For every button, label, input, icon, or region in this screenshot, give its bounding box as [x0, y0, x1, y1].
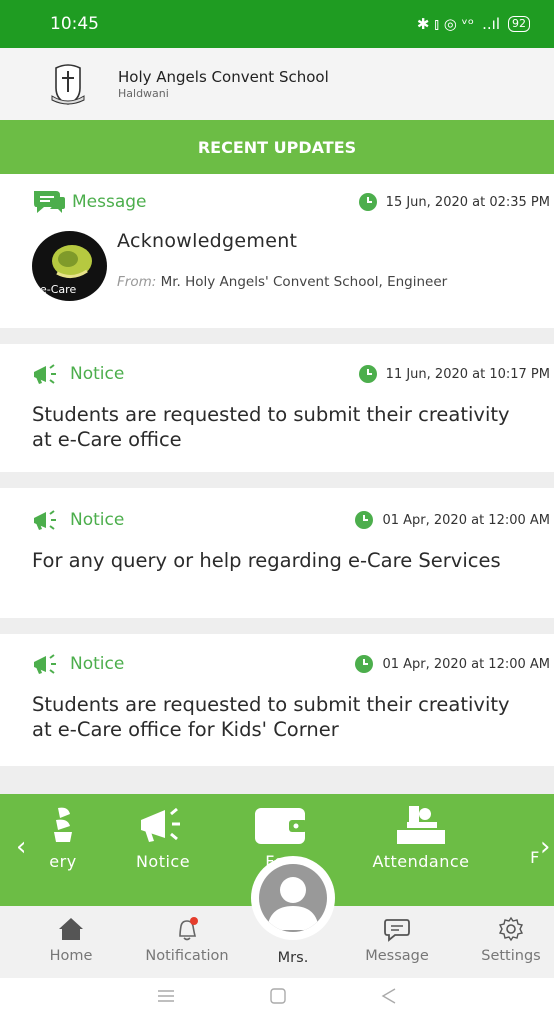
nav-label: Notification [145, 948, 229, 964]
app-screen: 10:45 ✱ ⫾ ◎ ᵛᵒ ..ıl 92 Holy Angels Conve… [0, 0, 554, 1014]
nav-profile[interactable]: Mrs. [238, 950, 348, 966]
nav-message[interactable]: Message [342, 916, 452, 964]
card-header: Message 15 Jun, 2020 at 02:35 PM [32, 186, 550, 218]
clock-icon [355, 655, 374, 673]
megaphone-icon [141, 807, 180, 842]
card-type: Notice [32, 652, 124, 676]
profile-avatar[interactable] [253, 858, 333, 938]
gear-icon [498, 916, 524, 942]
message-card[interactable]: Message 15 Jun, 2020 at 02:35 PM e-Care … [0, 186, 554, 328]
card-time-label: 01 Apr, 2020 at 12:00 AM [382, 656, 550, 672]
scroll-right-arrow-icon[interactable]: › [540, 832, 550, 862]
message-from: From: Mr. Holy Angels' Convent School, E… [117, 274, 447, 290]
school-name: Holy Angels Convent School [118, 68, 329, 86]
status-time: 10:45 [50, 14, 99, 34]
shortcut-attendance[interactable]: Attendance [356, 804, 486, 871]
card-time-label: 11 Jun, 2020 at 10:17 PM [385, 366, 550, 382]
card-time-label: 15 Jun, 2020 at 02:35 PM [385, 194, 550, 210]
card-separator [0, 766, 554, 794]
notice-text: Students are requested to submit their c… [32, 403, 510, 451]
back-icon[interactable] [380, 987, 398, 1005]
ecare-logo-text: e-Care [40, 283, 77, 296]
chat-bubble-icon [34, 191, 65, 213]
nav-label: Mrs. [277, 950, 309, 966]
system-nav-bar [0, 978, 554, 1014]
card-header: Notice 01 Apr, 2020 at 12:00 AM [32, 648, 550, 680]
home-square-icon[interactable] [269, 987, 287, 1005]
shortcut-notice[interactable]: Notice [120, 804, 206, 871]
card-time: 11 Jun, 2020 at 10:17 PM [358, 365, 550, 383]
status-icons: ✱ ⫾ ◎ ᵛᵒ ..ıl 92 [417, 15, 530, 33]
clock-icon [358, 193, 377, 211]
status-bar: 10:45 ✱ ⫾ ◎ ᵛᵒ ..ıl 92 [0, 0, 554, 48]
desk-icon [397, 806, 445, 844]
megaphone-icon [34, 364, 56, 384]
notice-card[interactable]: Notice 01 Apr, 2020 at 12:00 AM For any … [0, 504, 554, 618]
wallet-icon [255, 808, 307, 844]
megaphone-icon [34, 654, 56, 674]
card-type: Message [32, 189, 147, 215]
card-type-label: Notice [70, 364, 125, 384]
card-time-label: 01 Apr, 2020 at 12:00 AM [382, 512, 550, 528]
card-type-label: Notice [70, 510, 125, 530]
shortcut-label: Attendance [372, 852, 470, 871]
card-time: 15 Jun, 2020 at 02:35 PM [358, 193, 550, 211]
recent-updates-header: RECENT UPDATES [0, 120, 554, 174]
shortcut-label: ery [49, 852, 77, 871]
card-header: Notice 01 Apr, 2020 at 12:00 AM [32, 504, 550, 536]
nav-notification[interactable]: Notification [132, 916, 242, 964]
nav-label: Settings [481, 948, 541, 964]
school-crest-icon [51, 64, 85, 105]
card-header: Notice 11 Jun, 2020 at 10:17 PM [32, 358, 550, 390]
card-time: 01 Apr, 2020 at 12:00 AM [355, 655, 550, 673]
clock-icon [358, 365, 377, 383]
nav-home[interactable]: Home [16, 916, 126, 964]
notice-card[interactable]: Notice 11 Jun, 2020 at 10:17 PM Students… [0, 358, 554, 472]
shortcut-gallery[interactable]: ery [38, 804, 88, 871]
home-icon [59, 918, 83, 940]
scroll-left-arrow-icon[interactable]: ‹ [16, 832, 26, 862]
menu-icon[interactable] [156, 989, 176, 1003]
card-type-label: Message [72, 192, 147, 212]
card-type-label: Notice [70, 654, 125, 674]
card-separator [0, 472, 554, 488]
card-type: Notice [32, 508, 124, 532]
battery-icon: 92 [508, 16, 530, 32]
signal-icon: ..ıl [482, 15, 500, 33]
avatar-icon [259, 864, 327, 932]
shortcut-label: Notice [135, 852, 191, 871]
chat-icon [384, 919, 410, 942]
nav-label: Message [365, 948, 429, 964]
card-separator [0, 328, 554, 344]
notice-card[interactable]: Notice 01 Apr, 2020 at 12:00 AM Students… [0, 648, 554, 764]
message-title: Acknowledgement [117, 230, 298, 252]
nav-settings[interactable]: Settings [456, 916, 554, 964]
megaphone-icon [34, 510, 56, 530]
card-time: 01 Apr, 2020 at 12:00 AM [355, 511, 550, 529]
card-separator [0, 618, 554, 634]
from-value: Mr. Holy Angels' Convent School, Enginee… [156, 274, 448, 290]
system-icons: ✱ ⫾ ◎ ᵛᵒ [416, 15, 475, 33]
nav-label: Home [49, 948, 93, 964]
card-type: Notice [32, 362, 124, 386]
ecare-logo: e-Care [32, 231, 107, 301]
notice-text: Students are requested to submit their c… [32, 693, 510, 741]
school-header: Holy Angels Convent School Haldwani [0, 48, 554, 120]
gallery-icon [54, 807, 72, 842]
from-label: From: [117, 274, 157, 290]
school-city: Haldwani [118, 87, 169, 100]
notice-text: For any query or help regarding e-Care S… [32, 549, 501, 572]
bell-icon [179, 917, 198, 941]
clock-icon [355, 511, 374, 529]
